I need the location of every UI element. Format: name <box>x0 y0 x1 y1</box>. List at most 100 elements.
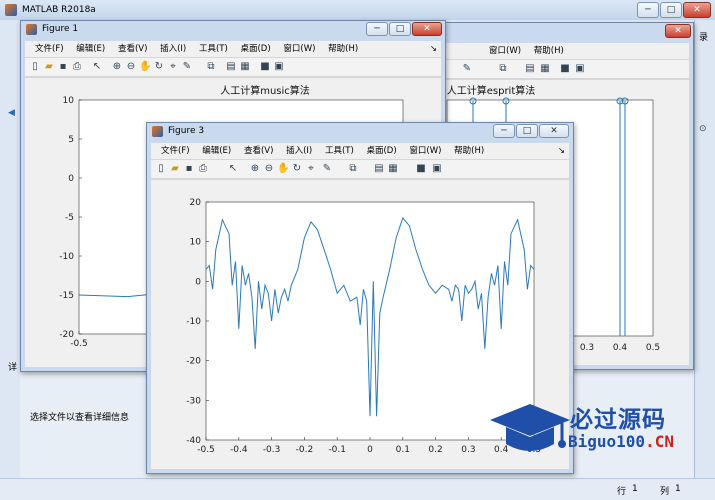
fig1-data-cursor-icon[interactable]: ⌖ <box>167 61 179 73</box>
matlab-close-button[interactable]: ✕ <box>683 2 711 18</box>
figure-3-maximize-button[interactable]: □ <box>516 124 538 138</box>
fig3-xtick-label: 0.2 <box>428 445 442 455</box>
matlab-title: MATLAB R2018a <box>22 5 96 15</box>
fig3-menu-edit[interactable]: 编辑(E) <box>202 143 231 159</box>
fig1-zoom-out-icon[interactable]: ⊖ <box>125 61 137 73</box>
figure-1-close-button[interactable]: ✕ <box>412 22 442 36</box>
fig1-brush-icon[interactable]: ✎ <box>181 61 193 73</box>
matlab-minimize-button[interactable]: ─ <box>637 2 659 18</box>
fig1-link-icon[interactable]: ⧉ <box>205 61 217 73</box>
figure-3-minimize-button[interactable]: ─ <box>493 124 515 138</box>
fig1-new-figure-icon[interactable]: ▯ <box>29 61 41 73</box>
fig1-zoom-in-icon[interactable]: ⊕ <box>111 61 123 73</box>
figure-3-title: Figure 3 <box>168 126 205 136</box>
status-col-value: 1 <box>675 484 681 494</box>
fig3-xtick-label: 0 <box>367 445 373 455</box>
fig3-pan-icon[interactable]: ✋ <box>277 163 289 175</box>
matlab-left-panel: ◀ 详 <box>0 20 20 496</box>
fig3-hide-tools-icon[interactable]: ■ <box>415 163 427 175</box>
fig3-xtick-label: 0.1 <box>396 445 410 455</box>
fig1-menu-tools[interactable]: 工具(T) <box>199 41 228 57</box>
figure-2-close-button[interactable]: ✕ <box>665 24 691 38</box>
matlab-status-bar: 行 1 列 1 <box>0 478 715 500</box>
watermark-text-en-main: Biguo100 <box>568 432 646 451</box>
fig3-ytick-label: 10 <box>190 238 202 248</box>
fig1-rotate-icon[interactable]: ↻ <box>153 61 165 73</box>
fig1-open-icon[interactable]: ▰ <box>43 61 55 73</box>
fig2-colorbar-icon[interactable]: ▤ <box>524 63 536 75</box>
fig3-save-icon[interactable]: ▪ <box>183 163 195 175</box>
fig3-menu-file[interactable]: 文件(F) <box>161 143 190 159</box>
fig3-xtick-label: -0.1 <box>328 445 346 455</box>
figure-1-logo-icon <box>26 24 37 35</box>
fig1-menu-view[interactable]: 查看(V) <box>118 41 147 57</box>
fig3-rotate-icon[interactable]: ↻ <box>291 163 303 175</box>
fig3-print-icon[interactable]: ⎙ <box>197 163 209 175</box>
fig1-legend-icon[interactable]: ▦ <box>239 61 251 73</box>
figure-3-toolbar: ▯ ▰ ▪ ⎙ ↖ ⊕ ⊖ ✋ ↻ ⌖ ✎ ⧉ ▤ ▦ ■ ▣ <box>151 160 569 179</box>
fig3-new-figure-icon[interactable]: ▯ <box>155 163 167 175</box>
fig2-hide-tools-icon[interactable]: ■ <box>559 63 571 75</box>
figure-1-menubar: 文件(F) 编辑(E) 查看(V) 插入(I) 工具(T) 桌面(D) 窗口(W… <box>25 41 441 57</box>
details-tab-fragment[interactable]: 详 <box>8 360 17 373</box>
fig3-menu-insert[interactable]: 插入(I) <box>286 143 312 159</box>
matlab-maximize-button[interactable]: □ <box>660 2 682 18</box>
fig3-menu-window[interactable]: 窗口(W) <box>409 143 441 159</box>
fig1-menu-insert[interactable]: 插入(I) <box>160 41 186 57</box>
fig3-menu-tools[interactable]: 工具(T) <box>325 143 354 159</box>
fig3-data-cursor-icon[interactable]: ⌖ <box>305 163 317 175</box>
fig3-ytick-label: 0 <box>195 277 201 287</box>
fig3-open-icon[interactable]: ▰ <box>169 163 181 175</box>
figure-1-maximize-button[interactable]: □ <box>389 22 411 36</box>
figure-2-toolbar: ✎ ⧉ ▤ ▦ ■ ▣ <box>419 60 689 79</box>
fig3-menu-dock-arrow-icon[interactable]: ↘ <box>558 143 565 159</box>
fig1-menu-window[interactable]: 窗口(W) <box>283 41 315 57</box>
fig3-select-icon[interactable]: ↖ <box>227 163 239 175</box>
fig3-menu-view[interactable]: 查看(V) <box>244 143 273 159</box>
fig1-menu-edit[interactable]: 编辑(E) <box>76 41 105 57</box>
fig1-ytick-label: -10 <box>59 252 74 262</box>
fig3-dock-icon[interactable]: ▣ <box>431 163 443 175</box>
fig1-menu-dock-arrow-icon[interactable]: ↘ <box>430 41 437 57</box>
fig1-print-icon[interactable]: ⎙ <box>71 61 83 73</box>
fig3-menu-desktop[interactable]: 桌面(D) <box>366 143 396 159</box>
matlab-right-panel-icon[interactable]: ⊙ <box>699 124 707 134</box>
fig3-zoom-out-icon[interactable]: ⊖ <box>263 163 275 175</box>
fig2-plot-title: 人工计算esprit算法 <box>447 84 536 97</box>
fig1-colorbar-icon[interactable]: ▤ <box>225 61 237 73</box>
fig1-hide-tools-icon[interactable]: ■ <box>259 61 271 73</box>
fig2-link-icon[interactable]: ⧉ <box>497 63 509 75</box>
fig3-ytick-label: -10 <box>186 317 201 327</box>
fig2-menu-help[interactable]: 帮助(H) <box>534 43 564 59</box>
fig3-brush-icon[interactable]: ✎ <box>321 163 333 175</box>
fig1-save-icon[interactable]: ▪ <box>57 61 69 73</box>
fig3-legend-icon[interactable]: ▦ <box>387 163 399 175</box>
status-row-value: 1 <box>632 484 638 494</box>
fig3-menu-help[interactable]: 帮助(H) <box>454 143 484 159</box>
fig3-ytick-label: 20 <box>190 198 202 208</box>
fig3-link-icon[interactable]: ⧉ <box>347 163 359 175</box>
back-arrow-icon[interactable]: ◀ <box>8 108 15 118</box>
fig1-menu-file[interactable]: 文件(F) <box>35 41 64 57</box>
watermark-text-cn: 必过源码 <box>570 407 666 433</box>
matlab-logo-icon <box>5 4 17 16</box>
fig1-menu-desktop[interactable]: 桌面(D) <box>240 41 270 57</box>
fig2-brush-icon[interactable]: ✎ <box>461 63 473 75</box>
details-hint-text: 选择文件以查看详细信息 <box>30 413 130 423</box>
figure-3-close-button[interactable]: ✕ <box>539 124 569 138</box>
fig3-zoom-in-icon[interactable]: ⊕ <box>249 163 261 175</box>
figure-1-minimize-button[interactable]: ─ <box>366 22 388 36</box>
fig1-dock-icon[interactable]: ▣ <box>273 61 285 73</box>
fig3-colorbar-icon[interactable]: ▤ <box>373 163 385 175</box>
fig2-menu-window[interactable]: 窗口(W) <box>489 43 521 59</box>
fig1-pan-icon[interactable]: ✋ <box>139 61 151 73</box>
fig1-ytick-label: 10 <box>63 96 75 106</box>
fig1-select-icon[interactable]: ↖ <box>91 61 103 73</box>
fig2-xtick: 0.4 <box>613 343 628 353</box>
fig2-legend-icon[interactable]: ▦ <box>539 63 551 75</box>
watermark-text-en: Biguo100.CN <box>568 432 674 451</box>
fig2-dock-icon[interactable]: ▣ <box>574 63 586 75</box>
fig2-xtick: 0.5 <box>646 343 660 353</box>
fig1-ytick-label: -15 <box>59 291 74 301</box>
fig1-menu-help[interactable]: 帮助(H) <box>328 41 358 57</box>
